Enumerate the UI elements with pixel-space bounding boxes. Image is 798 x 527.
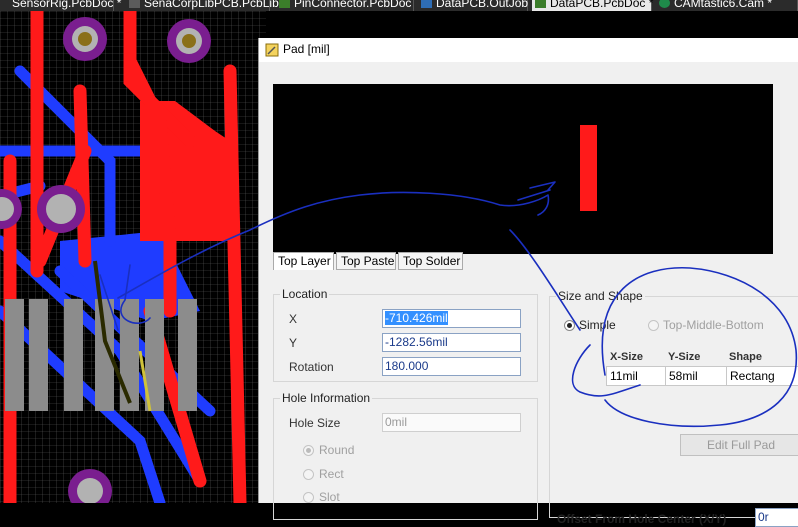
location-group-label: Location	[280, 287, 330, 301]
dialog-title-bar[interactable]: Pad [mil]	[259, 38, 798, 62]
pad-edit-icon	[265, 43, 279, 57]
hole-round-radio[interactable]	[303, 445, 314, 456]
xsize-cell[interactable]: 11mil	[606, 366, 666, 386]
tab-label: SensorRig.PcbDoc *	[12, 0, 122, 10]
offset-x-input[interactable]: 0r	[755, 508, 798, 527]
hole-size-label: Hole Size	[289, 416, 341, 430]
xsize-column-header: X-Size	[610, 351, 644, 363]
location-group: Location X -710.426mil Y -1282.56mil Rot…	[273, 287, 538, 382]
shape-cell[interactable]: Rectang	[726, 366, 798, 386]
shape-column-header: Shape	[729, 351, 763, 363]
ysize-column-header: Y-Size	[668, 351, 701, 363]
cam-icon	[659, 0, 670, 8]
pcb-doc-icon	[535, 0, 546, 8]
pad-preview	[273, 84, 773, 254]
tab-top-solder[interactable]: Top Solder	[398, 252, 463, 270]
tmb-mode-radio[interactable]	[648, 320, 659, 331]
y-label: Y	[289, 336, 298, 350]
offset-value: 0r	[758, 510, 769, 524]
tab-label: SenaCorpLibPCB.PcbLib	[144, 0, 279, 10]
tab-label: DataPCB.OutJob	[436, 0, 529, 10]
rotation-input[interactable]: 180.000	[382, 357, 521, 376]
tab-sensorrig[interactable]: SensorRig.PcbDoc *	[0, 0, 121, 11]
hole-info-group-label: Hole Information	[280, 391, 373, 405]
tmb-mode-label: Top-Middle-Bottom	[663, 318, 764, 332]
hole-info-group: Hole Information Hole Size 0mil Round Re…	[273, 391, 538, 520]
offset-label: Offset From Hole Center (X/Y)	[557, 512, 727, 526]
tab-pinconnector[interactable]: PinConnector.PcbDoc	[276, 0, 414, 11]
outjob-icon	[421, 0, 432, 8]
hole-round-label: Round	[319, 443, 355, 457]
hole-slot-label: Slot	[319, 490, 340, 504]
pcb-doc-icon	[279, 0, 290, 8]
tab-top-paste[interactable]: Top Paste	[336, 252, 396, 270]
pcb-canvas[interactable]	[0, 11, 266, 503]
pcblib-icon	[129, 0, 140, 8]
edit-full-pad-button[interactable]: Edit Full Pad	[680, 434, 798, 456]
hole-slot-radio[interactable]	[303, 492, 314, 503]
pad-preview-shape	[580, 125, 597, 211]
simple-mode-radio[interactable]	[564, 320, 575, 331]
document-tab-strip: SensorRig.PcbDoc * SenaCorpLibPCB.PcbLib…	[0, 0, 798, 11]
hole-size-input[interactable]: 0mil	[382, 413, 521, 432]
hole-size-value: 0mil	[385, 415, 408, 429]
x-input[interactable]: -710.426mil	[382, 309, 521, 328]
tab-camtastic[interactable]: CAMtastic6.Cam *	[656, 0, 798, 11]
hole-rect-radio[interactable]	[303, 469, 314, 480]
tab-senacorplib[interactable]: SenaCorpLibPCB.PcbLib	[126, 0, 279, 11]
pad-properties-dialog: Pad [mil] Top Layer Top Paste Top Solder…	[258, 38, 798, 527]
dialog-title: Pad [mil]	[283, 42, 330, 56]
tab-label: DataPCB.PcbDoc *	[550, 0, 654, 10]
tab-label: PinConnector.PcbDoc	[294, 0, 412, 10]
tab-label: CAMtastic6.Cam *	[674, 0, 773, 10]
size-shape-group: Size and Shape Simple Top-Middle-Bottom …	[549, 289, 798, 518]
hole-rect-label: Rect	[319, 467, 344, 481]
size-shape-group-label: Size and Shape	[556, 289, 645, 303]
y-input[interactable]: -1282.56mil	[382, 333, 521, 352]
rotation-label: Rotation	[289, 360, 334, 374]
tab-datapcb[interactable]: DataPCB.PcbDoc *	[532, 0, 654, 11]
rotation-value: 180.000	[385, 359, 429, 373]
tab-top-layer[interactable]: Top Layer	[273, 252, 334, 270]
tab-outjob[interactable]: DataPCB.OutJob	[418, 0, 528, 11]
x-label: X	[289, 312, 298, 326]
y-value: -1282.56mil	[385, 335, 448, 349]
dialog-body: Top Layer Top Paste Top Solder Location …	[259, 62, 798, 527]
ysize-cell[interactable]: 58mil	[665, 366, 727, 386]
simple-mode-label: Simple	[579, 318, 616, 332]
x-value: -710.426mil	[385, 311, 448, 325]
